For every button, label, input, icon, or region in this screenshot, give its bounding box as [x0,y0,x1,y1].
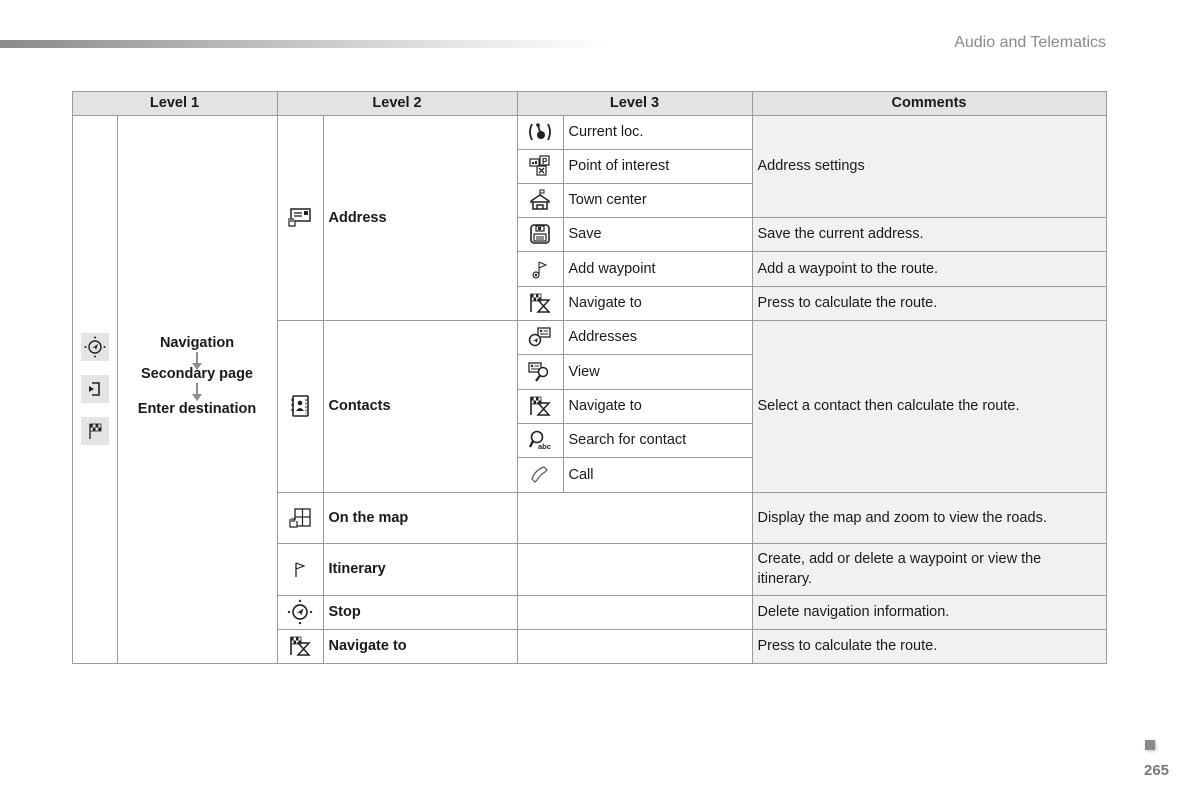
header-gradient-bar [0,40,610,48]
map-hand-icon [276,491,324,544]
level3-empty-cell [516,628,753,664]
level1-steps-cell: Navigation Secondary page Enter destinat… [116,114,278,664]
comment-navigate-to: Press to calculate the route. [751,285,1107,321]
page-marker [1145,740,1155,750]
section-title: Audio and Telematics [954,34,1106,51]
level3-view[interactable]: View [562,353,753,390]
header-level-3: Level 3 [516,90,753,116]
comment-itinerary: Create, add or delete a waypoint or view… [751,542,1107,596]
comment-save: Save the current address. [751,216,1107,252]
svg-text:P: P [542,157,548,166]
comment-navigate-to-final: Press to calculate the route. [751,628,1107,664]
current-location-icon [516,114,564,150]
comment-stop: Delete navigation information. [751,594,1107,630]
address-card-hand-icon [276,114,324,321]
level1-step-navigation: Navigation [159,335,235,351]
flag-icon [276,542,324,596]
level3-town-center[interactable]: Town center [562,182,753,218]
level2-on-the-map[interactable]: On the map [322,491,518,544]
page-number: 265 [1144,762,1170,779]
level2-stop[interactable]: Stop [322,594,518,630]
checkered-flag-icon [80,417,109,445]
level3-add-waypoint[interactable]: Add waypoint [562,250,753,287]
level3-navigate-to[interactable]: Navigate to [562,285,753,321]
navigate-to-icon [516,285,564,321]
navigate-to-icon [276,628,324,664]
level1-icons-cell [71,114,118,664]
level3-current-loc[interactable]: Current loc. [562,114,753,150]
level3-search-for-contact[interactable]: Search for contact [562,422,753,458]
navigation-compass-icon [276,594,324,630]
header-comments: Comments [751,90,1107,116]
view-contact-icon [516,353,564,390]
level3-save[interactable]: Save [562,216,753,252]
header-level-1: Level 1 [71,90,278,116]
navigation-compass-icon [80,333,109,361]
comment-on-the-map: Display the map and zoom to view the roa… [751,491,1107,544]
level3-empty-cell [516,542,753,596]
svg-text:abc: abc [538,442,551,451]
down-arrow-icon [192,352,202,370]
navigate-to-icon [516,388,564,424]
level3-addresses[interactable]: Addresses [562,319,753,355]
comment-address-settings: Address settings [751,114,1107,218]
point-of-interest-icon: P [516,148,564,184]
call-phone-icon [516,456,564,493]
level1-step-enter-destination: Enter destination [137,401,257,417]
comment-add-waypoint: Add a waypoint to the route. [751,250,1107,287]
secondary-page-icon [80,375,109,403]
level3-call[interactable]: Call [562,456,753,493]
comment-contacts: Select a contact then calculate the rout… [751,319,1107,493]
level3-empty-cell [516,594,753,630]
save-floppy-icon [516,216,564,252]
level2-navigate-to[interactable]: Navigate to [322,628,518,664]
contacts-book-icon [276,319,324,493]
down-arrow-icon [192,383,202,401]
level2-contacts[interactable]: Contacts [322,319,518,493]
addresses-icon [516,319,564,355]
level2-itinerary[interactable]: Itinerary [322,542,518,596]
town-center-icon [516,182,564,218]
search-contact-icon: abc [516,422,564,458]
level3-empty-cell [516,491,753,544]
level3-point-of-interest[interactable]: Point of interest [562,148,753,184]
level3-navigate-to[interactable]: Navigate to [562,388,753,424]
level2-address[interactable]: Address [322,114,518,321]
header-level-2: Level 2 [276,90,518,116]
add-waypoint-icon [516,250,564,287]
